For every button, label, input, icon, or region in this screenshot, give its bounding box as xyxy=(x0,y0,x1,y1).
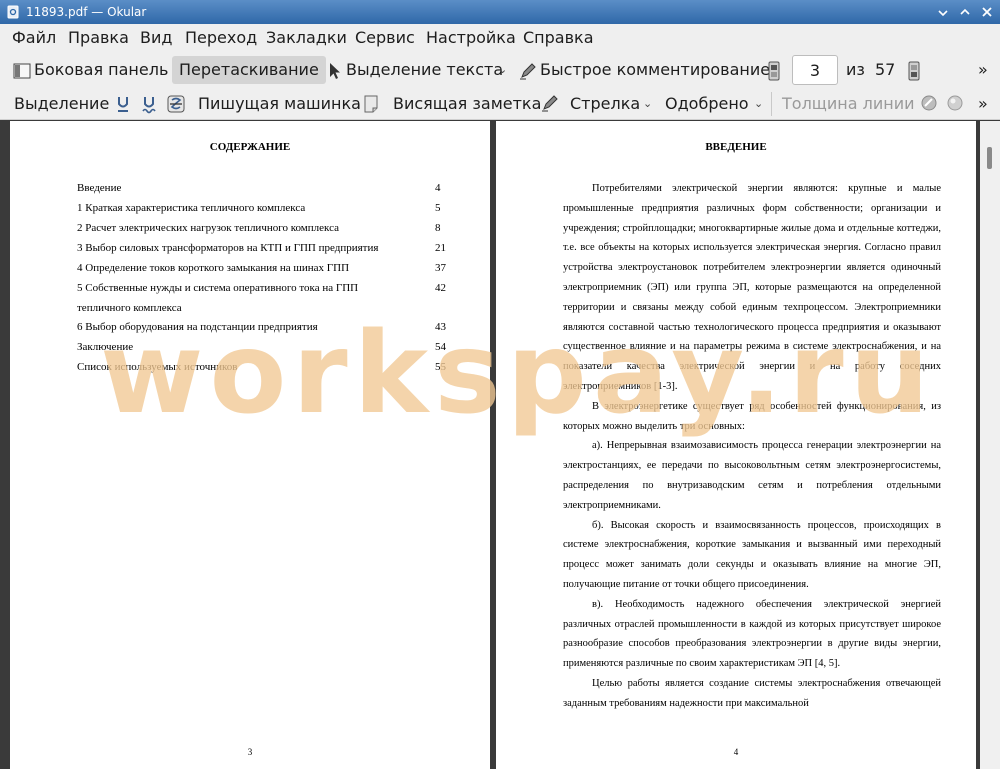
drag-tool-button[interactable]: Перетаскивание xyxy=(172,56,326,84)
toc-page: 8 xyxy=(435,222,441,234)
previous-page-icon[interactable] xyxy=(768,61,780,81)
toc-entry: 6 Выбор оборудования на подстанции предп… xyxy=(77,321,318,333)
toc-page: 21 xyxy=(435,242,446,254)
chevron-down-icon[interactable]: ⌄ xyxy=(498,56,507,84)
underline-icon[interactable] xyxy=(115,94,131,114)
cursor-arrow-icon xyxy=(330,63,340,79)
page-count-separator: из xyxy=(846,60,865,79)
menu-edit[interactable]: Правка xyxy=(68,27,129,49)
annotation-toolbar: Выделение Пишущая машинка Висящая заметк… xyxy=(0,88,1000,120)
toc-entry: Список используемых источников xyxy=(77,361,238,373)
toc-entry: Введение xyxy=(77,182,122,194)
paragraph: Потребителями электрической энергии явля… xyxy=(563,183,941,392)
scrollbar-thumb[interactable] xyxy=(987,147,992,169)
arrow-chevron-down-icon[interactable]: ⌄ xyxy=(643,91,652,117)
menu-go[interactable]: Переход xyxy=(185,27,257,49)
menu-file[interactable]: Файл xyxy=(12,27,56,49)
next-page-icon[interactable] xyxy=(908,61,920,81)
close-icon[interactable] xyxy=(980,5,994,19)
paragraph: В электроэнергетике существует ряд особе… xyxy=(563,400,941,432)
toolbar-separator xyxy=(771,92,772,116)
arrow-tool[interactable]: Стрелка xyxy=(570,91,640,117)
page-heading: ВВЕДЕНИЕ xyxy=(705,141,767,153)
quick-comment-label: Быстрое комментирование xyxy=(540,60,771,79)
toc-page: 55 xyxy=(435,361,446,373)
stamp-approved[interactable]: Одобрено xyxy=(665,91,749,117)
menu-bookmarks[interactable]: Закладки xyxy=(266,27,347,49)
stamp-chevron-down-icon[interactable]: ⌄ xyxy=(754,91,763,117)
minimize-icon[interactable] xyxy=(936,5,950,19)
toc-entry: 3 Выбор силовых трансформаторов на КТП и… xyxy=(77,242,379,254)
window-title: 11893.pdf — Okular xyxy=(26,5,147,19)
pinned-note-tool[interactable]: Висящая заметка xyxy=(393,91,541,117)
toc-page: 4 xyxy=(435,182,441,194)
menu-bar: Файл Правка Вид Переход Закладки Сервис … xyxy=(0,24,1000,52)
menu-settings[interactable]: Настройка xyxy=(426,27,516,49)
body-text: Потребителями электрической энергии явля… xyxy=(563,179,941,714)
page-number: 4 xyxy=(733,747,739,757)
note-icon[interactable] xyxy=(363,94,379,114)
toc-entry: 1 Краткая характеристика тепличного комп… xyxy=(77,202,306,214)
okular-app-icon xyxy=(7,5,19,19)
document-page-3: СОДЕРЖАНИЕ Введение 4 1 Краткая характер… xyxy=(10,121,490,769)
color-icon[interactable] xyxy=(920,94,938,112)
toc-entry-continuation: тепличного комплекса xyxy=(77,302,182,314)
paragraph: б). Высокая скорость и взаимосвязанность… xyxy=(563,519,941,590)
toc-page: 54 xyxy=(435,341,446,353)
toc-entry: Заключение xyxy=(77,341,134,353)
text-select-label: Выделение текста xyxy=(346,60,504,79)
maximize-icon[interactable] xyxy=(958,5,972,19)
main-toolbar: Боковая панель Перетаскивание Выделение … xyxy=(0,52,1000,88)
page-number: 3 xyxy=(247,747,253,757)
sidebar-icon xyxy=(13,63,31,79)
menu-tools[interactable]: Сервис xyxy=(355,27,415,49)
menu-view[interactable]: Вид xyxy=(140,27,172,49)
menu-help[interactable]: Справка xyxy=(523,27,594,49)
annotation-overflow-button[interactable]: » xyxy=(978,91,988,117)
arrow-pen-icon[interactable] xyxy=(540,93,560,113)
typewriter-tool[interactable]: Пишущая машинка xyxy=(198,91,361,117)
vertical-scrollbar[interactable] xyxy=(980,121,1000,769)
title-bar: 11893.pdf — Okular xyxy=(0,0,1000,24)
page-heading: СОДЕРЖАНИЕ xyxy=(209,141,291,153)
sidebar-button-label: Боковая панель xyxy=(34,60,169,79)
page-number-input[interactable] xyxy=(792,55,838,85)
document-viewport[interactable]: СОДЕРЖАНИЕ Введение 4 1 Краткая характер… xyxy=(0,121,1000,769)
toc-page: 42 xyxy=(435,282,446,294)
opacity-icon[interactable] xyxy=(946,94,964,112)
toc-entry: 2 Расчет электрических нагрузок теплично… xyxy=(77,222,339,234)
squiggly-underline-icon[interactable] xyxy=(141,94,157,114)
pen-icon xyxy=(520,63,536,80)
toc-page: 5 xyxy=(435,202,441,214)
paragraph: а). Непрерывная взаимозависимость процес… xyxy=(563,440,941,511)
highlight-tool[interactable]: Выделение xyxy=(14,91,109,117)
toolbar-overflow-button[interactable]: » xyxy=(978,56,988,84)
document-page-4: ВВЕДЕНИЕ Потребителями электрической эне… xyxy=(496,121,976,769)
line-width-control[interactable]: Толщина линии xyxy=(782,91,915,117)
total-pages: 57 xyxy=(875,60,896,79)
strikeout-icon[interactable] xyxy=(167,94,185,114)
toc-page: 43 xyxy=(435,321,446,333)
toc-page: 37 xyxy=(435,262,446,274)
paragraph: в). Необходимость надежного обеспечения … xyxy=(563,598,941,670)
toc-entry: 4 Определение токов короткого замыкания … xyxy=(77,262,350,274)
toc-entry: 5 Собственные нужды и система оперативно… xyxy=(77,282,359,294)
paragraph: Целью работы является создание системы э… xyxy=(563,677,941,709)
